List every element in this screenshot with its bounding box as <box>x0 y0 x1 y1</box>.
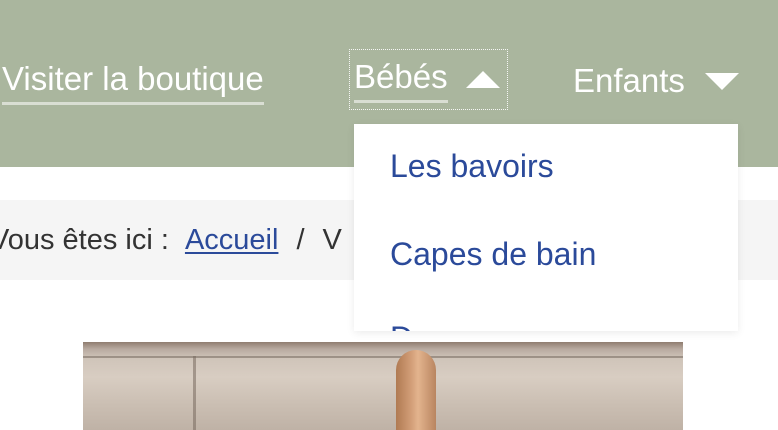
dropdown-item-bibs[interactable]: Les bavoirs <box>390 148 554 185</box>
nav-item-kids-label[interactable]: Enfants <box>573 60 685 102</box>
wooden-peg <box>396 350 436 430</box>
breadcrumb-current: V <box>322 223 342 256</box>
babies-dropdown-menu: Les bavoirs Capes de bain Draps <box>354 124 738 331</box>
nav-item-kids[interactable]: Enfants <box>573 58 739 104</box>
breadcrumb-home-link[interactable]: Accueil <box>185 224 279 257</box>
caret-down-icon[interactable] <box>704 72 739 90</box>
breadcrumb-separator: / <box>296 223 305 256</box>
nav-item-shop-label[interactable]: Visiter la boutique <box>2 58 264 105</box>
dropdown-item-bath-capes[interactable]: Capes de bain <box>390 236 596 273</box>
nav-item-babies[interactable]: Bébés <box>349 49 508 110</box>
breadcrumb-prefix: Vous êtes ici : <box>0 223 169 256</box>
nav-item-babies-label[interactable]: Bébés <box>354 56 448 103</box>
caret-up-icon[interactable] <box>465 71 500 88</box>
wood-plank-seam <box>193 356 196 430</box>
nav-item-shop[interactable]: Visiter la boutique <box>2 58 264 105</box>
page: Visiter la boutique Bébés Enfants Vous ê… <box>0 0 778 430</box>
product-image <box>83 342 683 430</box>
dropdown-item-sheets[interactable]: Draps <box>390 320 475 331</box>
wood-plank-edge <box>83 356 683 358</box>
